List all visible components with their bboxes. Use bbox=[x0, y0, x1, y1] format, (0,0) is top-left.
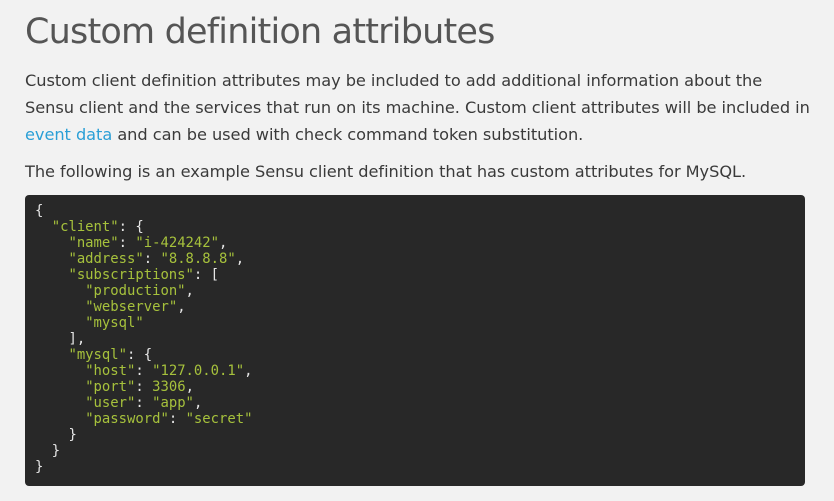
code-punctuation: , bbox=[235, 251, 245, 267]
code-string: "i-424242" bbox=[135, 235, 220, 251]
code-line: } bbox=[35, 443, 60, 459]
code-key: "port" bbox=[85, 379, 136, 395]
code-punctuation: : { bbox=[127, 347, 153, 363]
code-key: "client" bbox=[51, 219, 119, 235]
code-punctuation: , bbox=[244, 363, 253, 379]
code-line: { bbox=[35, 203, 43, 219]
code-punctuation: } bbox=[68, 427, 77, 443]
code-block: { "client": { "name": "i-424242", "addre… bbox=[25, 195, 805, 486]
code-key: "user" bbox=[85, 395, 136, 411]
code-punctuation: : bbox=[118, 235, 136, 251]
code-key: "password" bbox=[85, 411, 169, 427]
code-line: "name": "i-424242", bbox=[35, 235, 227, 251]
code-line: "mysql": { bbox=[35, 347, 152, 363]
code-punctuation: , bbox=[193, 395, 203, 411]
code-punctuation: , bbox=[185, 379, 194, 395]
code-punctuation: , bbox=[185, 283, 194, 299]
code-string: "app" bbox=[152, 395, 194, 411]
code-line: "host": "127.0.0.1", bbox=[35, 363, 252, 379]
code-punctuation: } bbox=[35, 459, 44, 475]
code-punctuation: : { bbox=[118, 219, 144, 235]
code-line: "port": 3306, bbox=[35, 379, 194, 395]
code-punctuation: } bbox=[51, 443, 61, 459]
code-listing: { "client": { "name": "i-424242", "addre… bbox=[35, 203, 252, 475]
code-key: "host" bbox=[85, 363, 136, 379]
code-punctuation: : bbox=[168, 411, 186, 427]
docs-page: Custom definition attributes Custom clie… bbox=[0, 0, 834, 501]
code-key: "address" bbox=[68, 251, 144, 267]
intro-paragraph: Custom client definition attributes may … bbox=[25, 67, 815, 148]
code-punctuation: : bbox=[135, 379, 153, 395]
section-heading: Custom definition attributes bbox=[25, 12, 495, 52]
code-line: "client": { bbox=[35, 219, 144, 235]
code-string: "secret" bbox=[185, 411, 253, 427]
code-string: "mysql" bbox=[85, 315, 144, 331]
code-line: } bbox=[35, 427, 77, 443]
code-line: "user": "app", bbox=[35, 395, 202, 411]
code-punctuation: : [ bbox=[193, 267, 219, 283]
intro-text-before: Custom client definition attributes may … bbox=[25, 71, 810, 117]
code-line: "webserver", bbox=[35, 299, 186, 315]
code-punctuation: , bbox=[219, 235, 228, 251]
code-key: "mysql" bbox=[68, 347, 127, 363]
code-line: "mysql" bbox=[35, 315, 144, 331]
code-line: } bbox=[35, 459, 43, 475]
code-punctuation: { bbox=[35, 203, 44, 219]
event-data-link[interactable]: event data bbox=[25, 125, 112, 144]
code-key: "subscriptions" bbox=[68, 267, 194, 283]
code-line: "password": "secret" bbox=[35, 411, 252, 427]
code-string: "127.0.0.1" bbox=[152, 363, 245, 379]
code-punctuation: : bbox=[143, 251, 161, 267]
code-number: 3306 bbox=[152, 379, 186, 395]
code-punctuation: , bbox=[177, 299, 186, 315]
code-string: "production" bbox=[85, 283, 186, 299]
example-intro-paragraph: The following is an example Sensu client… bbox=[25, 162, 747, 181]
code-line: "production", bbox=[35, 283, 194, 299]
code-punctuation: : bbox=[135, 363, 153, 379]
code-line: "subscriptions": [ bbox=[35, 267, 219, 283]
code-string: "webserver" bbox=[85, 299, 178, 315]
code-key: "name" bbox=[68, 235, 119, 251]
code-string: "8.8.8.8" bbox=[160, 251, 236, 267]
intro-text-after: and can be used with check command token… bbox=[112, 125, 584, 144]
code-punctuation: ], bbox=[68, 331, 86, 347]
code-line: "address": "8.8.8.8", bbox=[35, 251, 244, 267]
code-line: ], bbox=[35, 331, 85, 347]
code-punctuation: : bbox=[135, 395, 153, 411]
